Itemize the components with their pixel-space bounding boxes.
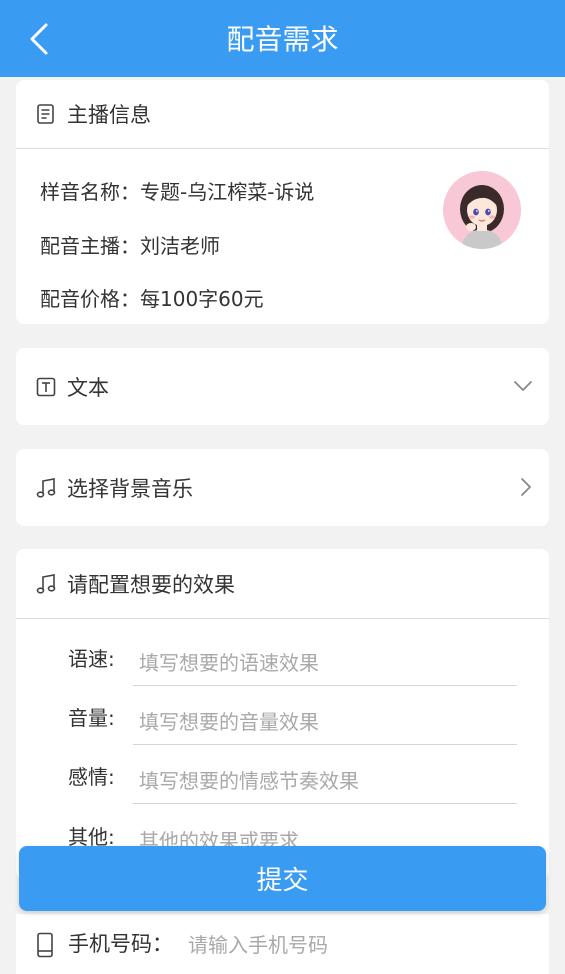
price-label: 配音价格：	[40, 287, 140, 311]
divider	[16, 618, 549, 619]
volume-field-row: 音量:	[68, 688, 517, 748]
text-section[interactable]: 文本	[16, 348, 549, 425]
avatar-illustration	[460, 185, 504, 249]
price-value: 每100字60元	[140, 287, 264, 311]
phone-label: 手机号码：	[68, 932, 173, 956]
page-title: 配音需求	[226, 23, 339, 56]
divider	[16, 148, 549, 149]
avatar	[443, 171, 521, 249]
document-icon	[37, 104, 54, 124]
top-bar: 配音需求	[0, 0, 565, 77]
speed-input[interactable]	[133, 641, 517, 686]
sample-name-label: 样音名称：	[40, 180, 140, 204]
host-value: 刘洁老师	[140, 234, 220, 258]
phone-input[interactable]	[186, 922, 520, 968]
sample-name-row: 样音名称：专题-乌江榨菜-诉说	[40, 176, 314, 205]
volume-label: 音量:	[68, 706, 115, 730]
background-music-title: 选择背景音乐	[67, 476, 193, 501]
emotion-input[interactable]	[133, 759, 517, 804]
text-icon	[36, 377, 56, 396]
anchor-info-card: 主播信息 样音名称：专题-乌江榨菜-诉说 配音主播：刘洁老师 配音价格：每100…	[16, 80, 549, 324]
effects-title: 请配置想要的效果	[67, 572, 235, 597]
music-note-icon	[36, 573, 56, 594]
text-section-header: 文本	[16, 348, 549, 425]
chevron-down-icon[interactable]	[513, 379, 533, 393]
host-label: 配音主播：	[40, 234, 140, 258]
phone-field-row: 手机号码：	[16, 914, 549, 974]
anchor-info-header: 主播信息	[16, 80, 549, 148]
music-note-icon	[36, 477, 56, 498]
effects-card: 请配置想要的效果 语速: 音量: 感情: 其他:	[16, 549, 549, 879]
section-title: 主播信息	[67, 103, 151, 127]
background-music-section[interactable]: 选择背景音乐	[16, 449, 549, 526]
chevron-right-icon[interactable]	[519, 477, 533, 497]
speed-label: 语速:	[68, 647, 115, 671]
effects-header: 请配置想要的效果	[16, 549, 549, 618]
price-row: 配音价格：每100字60元	[40, 283, 264, 312]
speed-field-row: 语速:	[68, 629, 517, 689]
background-music-header: 选择背景音乐	[16, 449, 549, 526]
host-row: 配音主播：刘洁老师	[40, 230, 220, 259]
emotion-label: 感情:	[68, 765, 115, 789]
mobile-phone-icon	[37, 932, 53, 958]
sample-name-value: 专题-乌江榨菜-诉说	[140, 180, 315, 204]
volume-input[interactable]	[133, 700, 517, 745]
emotion-field-row: 感情:	[68, 747, 517, 807]
text-section-title: 文本	[67, 375, 109, 400]
submit-button[interactable]: 提交	[19, 846, 546, 911]
